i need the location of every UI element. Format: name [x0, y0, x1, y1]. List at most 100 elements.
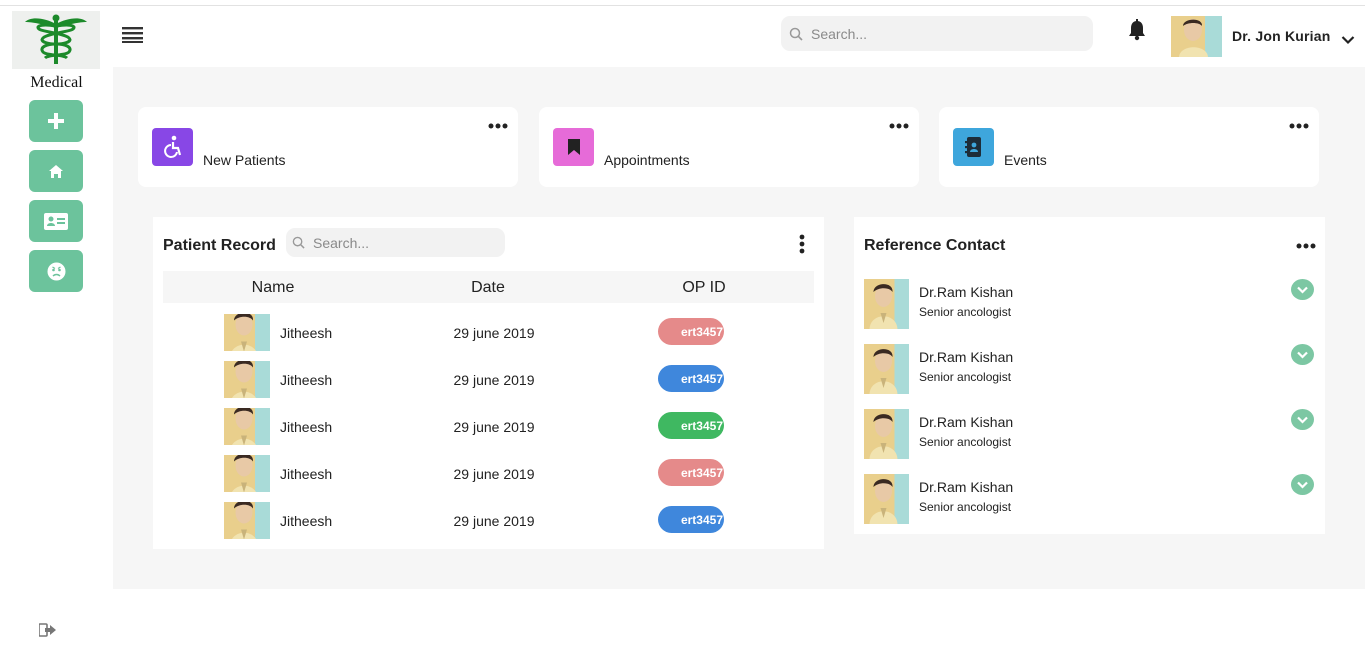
bookmark-icon	[567, 139, 580, 155]
chevron-down-icon	[1297, 481, 1308, 489]
patient-date: 29 june 2019	[453, 372, 535, 388]
feedback-button[interactable]	[29, 250, 83, 292]
op-id-badge[interactable]: ert3457	[658, 459, 724, 486]
expand-contact-button[interactable]	[1291, 279, 1314, 300]
contact-item[interactable]: Dr.Ram Kishan Senior ancologist	[864, 474, 1319, 524]
contact-role: Senior ancologist	[919, 305, 1012, 319]
contact-item[interactable]: Dr.Ram Kishan Senior ancologist	[864, 279, 1319, 329]
patient-date: 29 june 2019	[453, 513, 535, 529]
table-row[interactable]: Jitheesh 29 june 2019 ert3457	[163, 455, 814, 493]
op-id-text: ert3457	[680, 465, 723, 480]
contact-avatar	[864, 474, 909, 524]
table-header: Name Date OP ID	[163, 271, 814, 303]
expand-contact-button[interactable]	[1291, 474, 1314, 495]
expand-contact-button[interactable]	[1291, 344, 1314, 365]
global-search	[781, 16, 1093, 51]
expand-contact-button[interactable]	[1291, 409, 1314, 430]
chevron-down-icon	[1341, 36, 1355, 45]
wheelchair-icon	[163, 135, 181, 158]
card-label: Events	[1004, 152, 1047, 168]
main-content: New Patients Appointments Events Patient…	[113, 67, 1365, 589]
patient-avatar	[224, 314, 270, 351]
contact-name: Dr.Ram Kishan	[919, 414, 1014, 430]
contact-item[interactable]: Dr.Ram Kishan Senior ancologist	[864, 344, 1319, 394]
patient-avatar	[224, 502, 270, 539]
id-card-icon	[44, 212, 68, 230]
more-horizontal-icon	[1289, 123, 1309, 129]
reference-contact-more-button[interactable]	[1296, 237, 1316, 249]
more-horizontal-icon	[1296, 243, 1316, 249]
caduceus-logo	[12, 11, 100, 69]
patient-date: 29 june 2019	[453, 466, 535, 482]
more-horizontal-icon	[889, 123, 909, 129]
patient-record-panel: Patient Record Name Date OP ID Jitheesh …	[153, 217, 824, 549]
contact-avatar	[864, 279, 909, 329]
add-button[interactable]	[29, 100, 83, 142]
op-id-text: ert3457	[680, 371, 723, 386]
patient-avatar	[224, 408, 270, 445]
chevron-down-icon	[1297, 351, 1308, 359]
card-more-button[interactable]	[889, 117, 909, 129]
sidebar: Medical	[0, 6, 113, 672]
contact-role: Senior ancologist	[919, 500, 1012, 514]
patient-record-more-button[interactable]	[799, 234, 805, 254]
card-label: Appointments	[604, 152, 690, 168]
op-id-badge[interactable]: ert3457	[658, 365, 724, 392]
patient-avatar	[224, 455, 270, 492]
home-icon	[49, 164, 63, 178]
card-appointments[interactable]: Appointments	[539, 107, 919, 187]
brand-name: Medical	[30, 74, 83, 91]
card-icon-box	[953, 128, 994, 166]
user-menu-toggle[interactable]	[1341, 32, 1355, 45]
card-label: New Patients	[203, 152, 286, 168]
patient-search-input[interactable]	[313, 234, 493, 251]
contact-item[interactable]: Dr.Ram Kishan Senior ancologist	[864, 409, 1319, 459]
menu-icon	[122, 27, 143, 43]
home-button[interactable]	[29, 150, 83, 192]
logout-icon	[39, 623, 56, 637]
card-new-patients[interactable]: New Patients	[138, 107, 518, 187]
patient-date: 29 june 2019	[453, 419, 535, 435]
reference-contact-panel: Reference Contact Dr.Ram Kishan Senior a…	[854, 217, 1325, 534]
column-header-op-id[interactable]: OP ID	[682, 279, 725, 297]
op-id-badge[interactable]: ert3457	[658, 318, 724, 345]
search-icon	[789, 27, 803, 41]
op-id-badge[interactable]: ert3457	[658, 506, 724, 533]
hamburger-menu-button[interactable]	[122, 25, 144, 43]
top-divider	[0, 5, 1365, 6]
table-row[interactable]: Jitheesh 29 june 2019 ert3457	[163, 408, 814, 446]
id-card-button[interactable]	[29, 200, 83, 242]
user-name[interactable]: Dr. Jon Kurian	[1232, 28, 1330, 44]
column-header-date[interactable]: Date	[471, 279, 505, 297]
global-search-input[interactable]	[811, 25, 1051, 42]
op-id-badge[interactable]: ert3457	[658, 412, 724, 439]
patient-name: Jitheesh	[280, 419, 333, 435]
op-id-text: ert3457	[680, 512, 723, 527]
contact-name: Dr.Ram Kishan	[919, 284, 1014, 300]
column-header-name[interactable]: Name	[252, 279, 295, 297]
user-avatar[interactable]	[1171, 16, 1222, 57]
card-more-button[interactable]	[488, 117, 508, 129]
more-horizontal-icon	[488, 123, 508, 129]
contact-name: Dr.Ram Kishan	[919, 479, 1014, 495]
card-more-button[interactable]	[1289, 117, 1309, 129]
patient-search	[286, 228, 505, 257]
more-vertical-icon	[799, 234, 805, 254]
patient-date: 29 june 2019	[453, 325, 535, 341]
chevron-down-icon	[1297, 286, 1308, 294]
contact-role: Senior ancologist	[919, 435, 1012, 449]
table-row[interactable]: Jitheesh 29 june 2019 ert3457	[163, 314, 814, 352]
notifications-button[interactable]	[1127, 19, 1147, 41]
patient-name: Jitheesh	[280, 372, 333, 388]
table-row[interactable]: Jitheesh 29 june 2019 ert3457	[163, 361, 814, 399]
card-events[interactable]: Events	[939, 107, 1319, 187]
patient-name: Jitheesh	[280, 466, 333, 482]
op-id-text: ert3457	[680, 324, 723, 339]
table-row[interactable]: Jitheesh 29 june 2019 ert3457	[163, 502, 814, 540]
plus-icon	[48, 113, 64, 129]
op-id-text: ert3457	[680, 418, 723, 433]
contact-avatar	[864, 344, 909, 394]
logout-button[interactable]	[38, 622, 58, 638]
search-icon	[292, 236, 305, 249]
patient-name: Jitheesh	[280, 513, 333, 529]
